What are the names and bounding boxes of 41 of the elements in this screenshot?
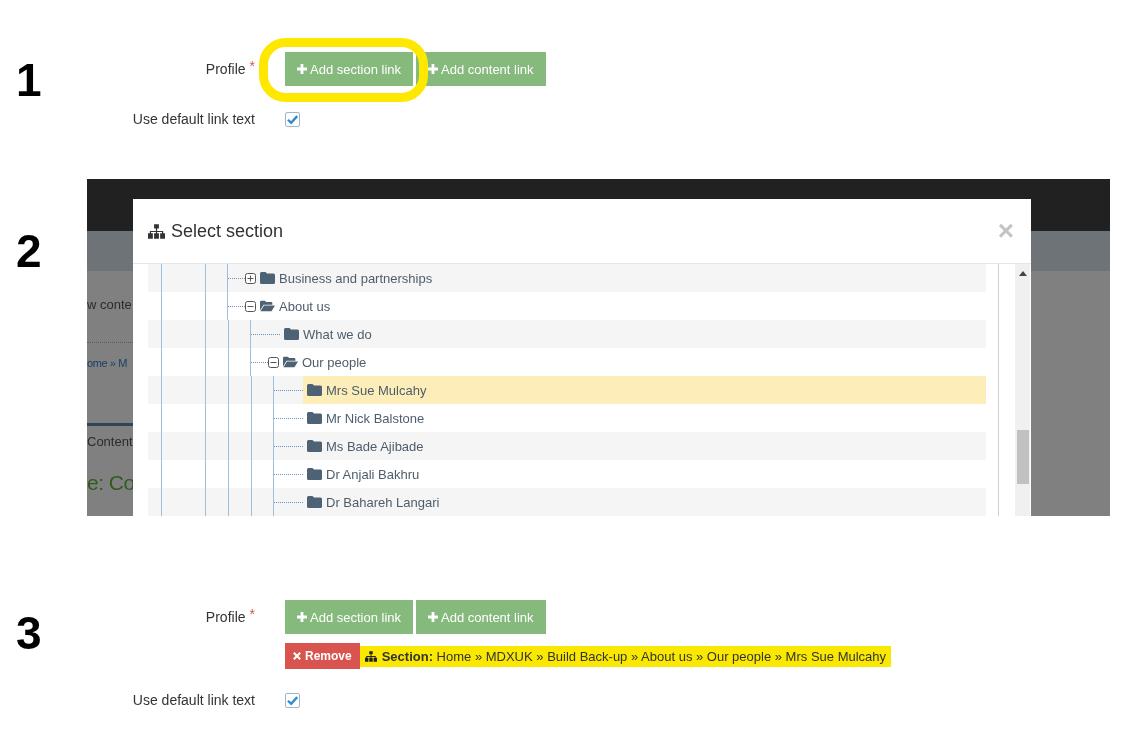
checkbox-label: Use default link text bbox=[132, 691, 255, 710]
checkbox[interactable] bbox=[285, 693, 300, 708]
section-path: Section: Home » MDXUK » Build Back-up » About us » Our people » Mrs Sue Mulcahy bbox=[381, 648, 887, 664]
required-mark: * bbox=[249, 605, 255, 624]
folder-icon bbox=[307, 440, 322, 452]
tree-item[interactable]: Mrs Sue Mulcahy bbox=[303, 376, 986, 404]
remove-button[interactable]: Remove bbox=[285, 643, 360, 669]
required-mark: * bbox=[249, 57, 255, 76]
tree-item[interactable]: Dr Anjali Bakhru bbox=[303, 460, 986, 488]
folder-icon bbox=[307, 496, 322, 508]
plus-icon bbox=[297, 64, 307, 74]
sitemap-icon bbox=[148, 223, 165, 239]
checkbox[interactable] bbox=[285, 112, 300, 127]
scrollbar[interactable] bbox=[1015, 264, 1030, 516]
field-label: Profile bbox=[205, 60, 246, 79]
plus-icon bbox=[428, 612, 439, 622]
folder-icon bbox=[283, 356, 298, 368]
plus-icon bbox=[428, 64, 439, 74]
dialog-title: Select section bbox=[171, 220, 284, 242]
tree-item[interactable]: About us bbox=[256, 292, 986, 320]
step-number: 3 bbox=[16, 610, 42, 656]
tree-item[interactable]: Our people bbox=[279, 348, 986, 376]
step-number: 2 bbox=[16, 228, 42, 274]
tree-item[interactable]: Mr Nick Balstone bbox=[303, 404, 986, 432]
plus-box-icon[interactable] bbox=[245, 272, 256, 284]
field-label: Profile bbox=[205, 608, 246, 627]
sitemap-icon bbox=[364, 650, 377, 662]
folder-icon bbox=[307, 412, 322, 424]
minus-box-icon[interactable] bbox=[268, 356, 279, 368]
minus-box-icon[interactable] bbox=[245, 300, 256, 312]
step-number: 1 bbox=[16, 57, 42, 103]
folder-icon bbox=[260, 272, 275, 284]
folder-icon bbox=[260, 300, 275, 312]
close-icon bbox=[293, 652, 301, 660]
folder-icon bbox=[284, 328, 299, 340]
folder-icon bbox=[307, 384, 322, 396]
plus-icon bbox=[297, 612, 307, 622]
checkbox-label: Use default link text bbox=[132, 110, 255, 129]
folder-icon bbox=[307, 468, 322, 480]
page-text: w conte bbox=[87, 296, 133, 314]
scrollbar-thumb[interactable] bbox=[1017, 430, 1029, 484]
